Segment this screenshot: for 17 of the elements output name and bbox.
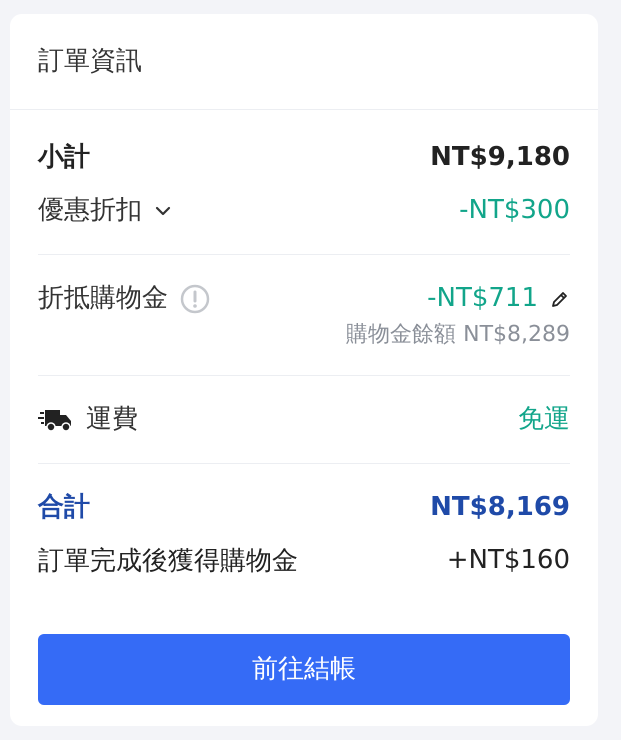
- row-label: 運費: [86, 403, 138, 436]
- row-value: -NT$711: [427, 282, 538, 315]
- row-value: NT$8,169: [430, 491, 570, 524]
- row-value: NT$9,180: [430, 141, 570, 174]
- row-label: 優惠折扣: [38, 194, 142, 227]
- card-title: 訂單資訊: [38, 45, 142, 78]
- row-value: -NT$300: [459, 194, 570, 227]
- row-value: 免運: [518, 403, 570, 436]
- row-value: +NT$160: [446, 544, 570, 577]
- row-label: 合計: [38, 491, 90, 524]
- row-label: 訂單完成後獲得購物金: [38, 544, 298, 578]
- chevron-icon[interactable]: [154, 204, 172, 216]
- balance-note: 購物金餘額 NT$8,289: [346, 321, 570, 349]
- row-label: 折抵購物金: [38, 282, 168, 315]
- truck-icon: [38, 408, 74, 432]
- checkout-button[interactable]: 前往結帳: [38, 634, 570, 705]
- row-label: 小計: [38, 141, 90, 174]
